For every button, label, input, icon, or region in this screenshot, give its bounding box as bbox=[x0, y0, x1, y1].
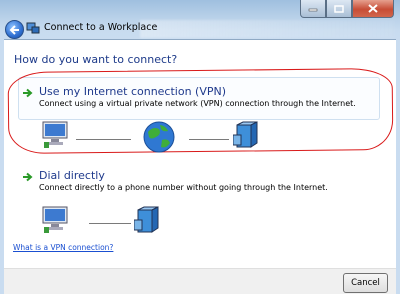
back-button[interactable] bbox=[5, 20, 24, 39]
maximize-button[interactable] bbox=[326, 0, 352, 18]
page-heading: How do you want to connect? bbox=[14, 53, 178, 66]
back-arrow-icon bbox=[9, 24, 19, 35]
window-title: Connect to a Workplace bbox=[44, 22, 158, 33]
dial-option-title: Dial directly bbox=[39, 169, 105, 182]
modem-icon bbox=[134, 206, 159, 233]
vpn-option[interactable]: Use my Internet connection (VPN) Connect… bbox=[22, 85, 356, 108]
connection-line bbox=[89, 223, 131, 224]
blurred-background bbox=[140, 20, 395, 38]
content-area: How do you want to connect? Use my Inter… bbox=[4, 39, 396, 269]
vpn-option-title: Use my Internet connection (VPN) bbox=[39, 85, 227, 98]
wizard-window: Connect to a Workplace How do you want t… bbox=[0, 0, 400, 294]
minimize-button[interactable] bbox=[300, 0, 326, 18]
maximize-icon bbox=[334, 4, 344, 13]
vpn-help-link[interactable]: What is a VPN connection? bbox=[13, 243, 113, 252]
title-bar: Connect to a Workplace bbox=[0, 0, 400, 39]
vpn-option-description: Connect using a virtual private network … bbox=[39, 99, 356, 108]
computer-icon bbox=[42, 206, 68, 233]
minimize-icon bbox=[308, 8, 318, 11]
connection-line bbox=[76, 139, 131, 140]
window-controls bbox=[300, 0, 394, 18]
connection-line bbox=[189, 139, 229, 140]
close-button[interactable] bbox=[352, 0, 394, 18]
network-icon bbox=[26, 22, 40, 34]
green-arrow-icon bbox=[23, 88, 33, 98]
footer-bar: Cancel bbox=[4, 268, 396, 294]
computer-icon bbox=[42, 121, 68, 148]
cancel-button[interactable]: Cancel bbox=[343, 273, 388, 293]
dial-option-description: Connect directly to a phone number witho… bbox=[39, 183, 328, 192]
globe-icon bbox=[143, 121, 175, 153]
server-icon bbox=[233, 121, 258, 148]
dial-option[interactable]: Dial directly Connect directly to a phon… bbox=[22, 169, 328, 192]
close-icon bbox=[368, 4, 378, 13]
green-arrow-icon bbox=[23, 172, 33, 182]
